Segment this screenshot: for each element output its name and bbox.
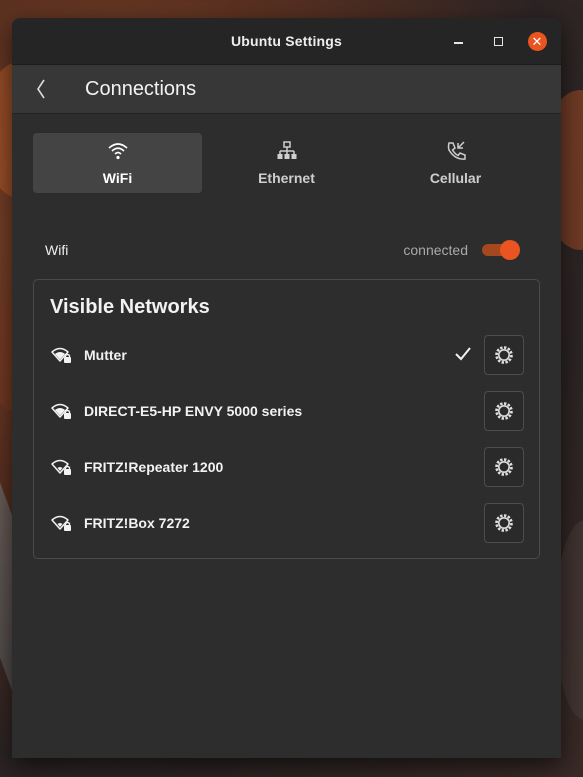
wifi-icon: [107, 143, 128, 160]
tab-label: Ethernet: [258, 170, 315, 186]
wifi-weak-secure-icon: [51, 515, 71, 531]
minimize-button[interactable]: [450, 18, 466, 64]
visible-networks-panel: Visible Networks Mutter DIRECT-E5-HP ENV…: [33, 279, 540, 559]
maximize-icon: [493, 36, 503, 46]
network-name: DIRECT-E5-HP ENVY 5000 series: [84, 403, 303, 419]
network-name: Mutter: [84, 347, 127, 363]
network-row[interactable]: FRITZ!Repeater 1200: [34, 447, 539, 487]
connection-tabs: WiFi Ethernet Cellular: [33, 133, 541, 193]
network-settings-button[interactable]: [484, 447, 524, 487]
title-bar: Ubuntu Settings ✕: [12, 18, 561, 65]
wifi-secure-icon: [51, 347, 71, 363]
network-name: FRITZ!Repeater 1200: [84, 459, 224, 475]
gear-icon: [495, 458, 513, 476]
network-wired-icon: [277, 141, 296, 159]
maximize-button[interactable]: [490, 18, 506, 64]
phone-icon: [447, 141, 466, 160]
network-row[interactable]: DIRECT-E5-HP ENVY 5000 series: [34, 391, 539, 431]
gear-icon: [495, 514, 513, 532]
network-settings-button[interactable]: [484, 335, 524, 375]
close-icon: ✕: [527, 31, 547, 51]
network-name: FRITZ!Box 7272: [84, 515, 190, 531]
wifi-weak-secure-icon: [51, 459, 71, 475]
page-header: Connections: [12, 65, 561, 114]
tab-wifi[interactable]: WiFi: [33, 133, 202, 193]
tab-ethernet[interactable]: Ethernet: [202, 133, 371, 193]
window-title: Ubuntu Settings: [230, 33, 343, 49]
tab-cellular[interactable]: Cellular: [371, 133, 540, 193]
network-row[interactable]: FRITZ!Box 7272: [34, 503, 539, 543]
settings-window: Ubuntu Settings ✕ Connections WiFi Ether…: [12, 18, 561, 758]
section-title: Visible Networks: [50, 296, 210, 318]
gear-icon: [495, 346, 513, 364]
wifi-secure-icon: [51, 403, 71, 419]
minimize-icon: [453, 42, 463, 44]
tab-label: Cellular: [429, 170, 482, 186]
wifi-toggle-switch[interactable]: [482, 240, 520, 260]
tab-label: WiFi: [102, 170, 133, 186]
page-title: Connections: [85, 77, 197, 100]
checkmark-icon: [455, 347, 471, 361]
network-row[interactable]: Mutter: [34, 335, 539, 375]
network-settings-button[interactable]: [484, 391, 524, 431]
gear-icon: [495, 402, 513, 420]
back-button[interactable]: [34, 77, 48, 101]
wifi-toggle-row: Wifi connected: [45, 237, 520, 265]
wifi-label: Wifi: [45, 242, 69, 258]
close-button[interactable]: ✕: [527, 18, 547, 64]
wifi-status: connected: [403, 242, 468, 258]
network-settings-button[interactable]: [484, 503, 524, 543]
chevron-left-icon: [37, 79, 45, 99]
